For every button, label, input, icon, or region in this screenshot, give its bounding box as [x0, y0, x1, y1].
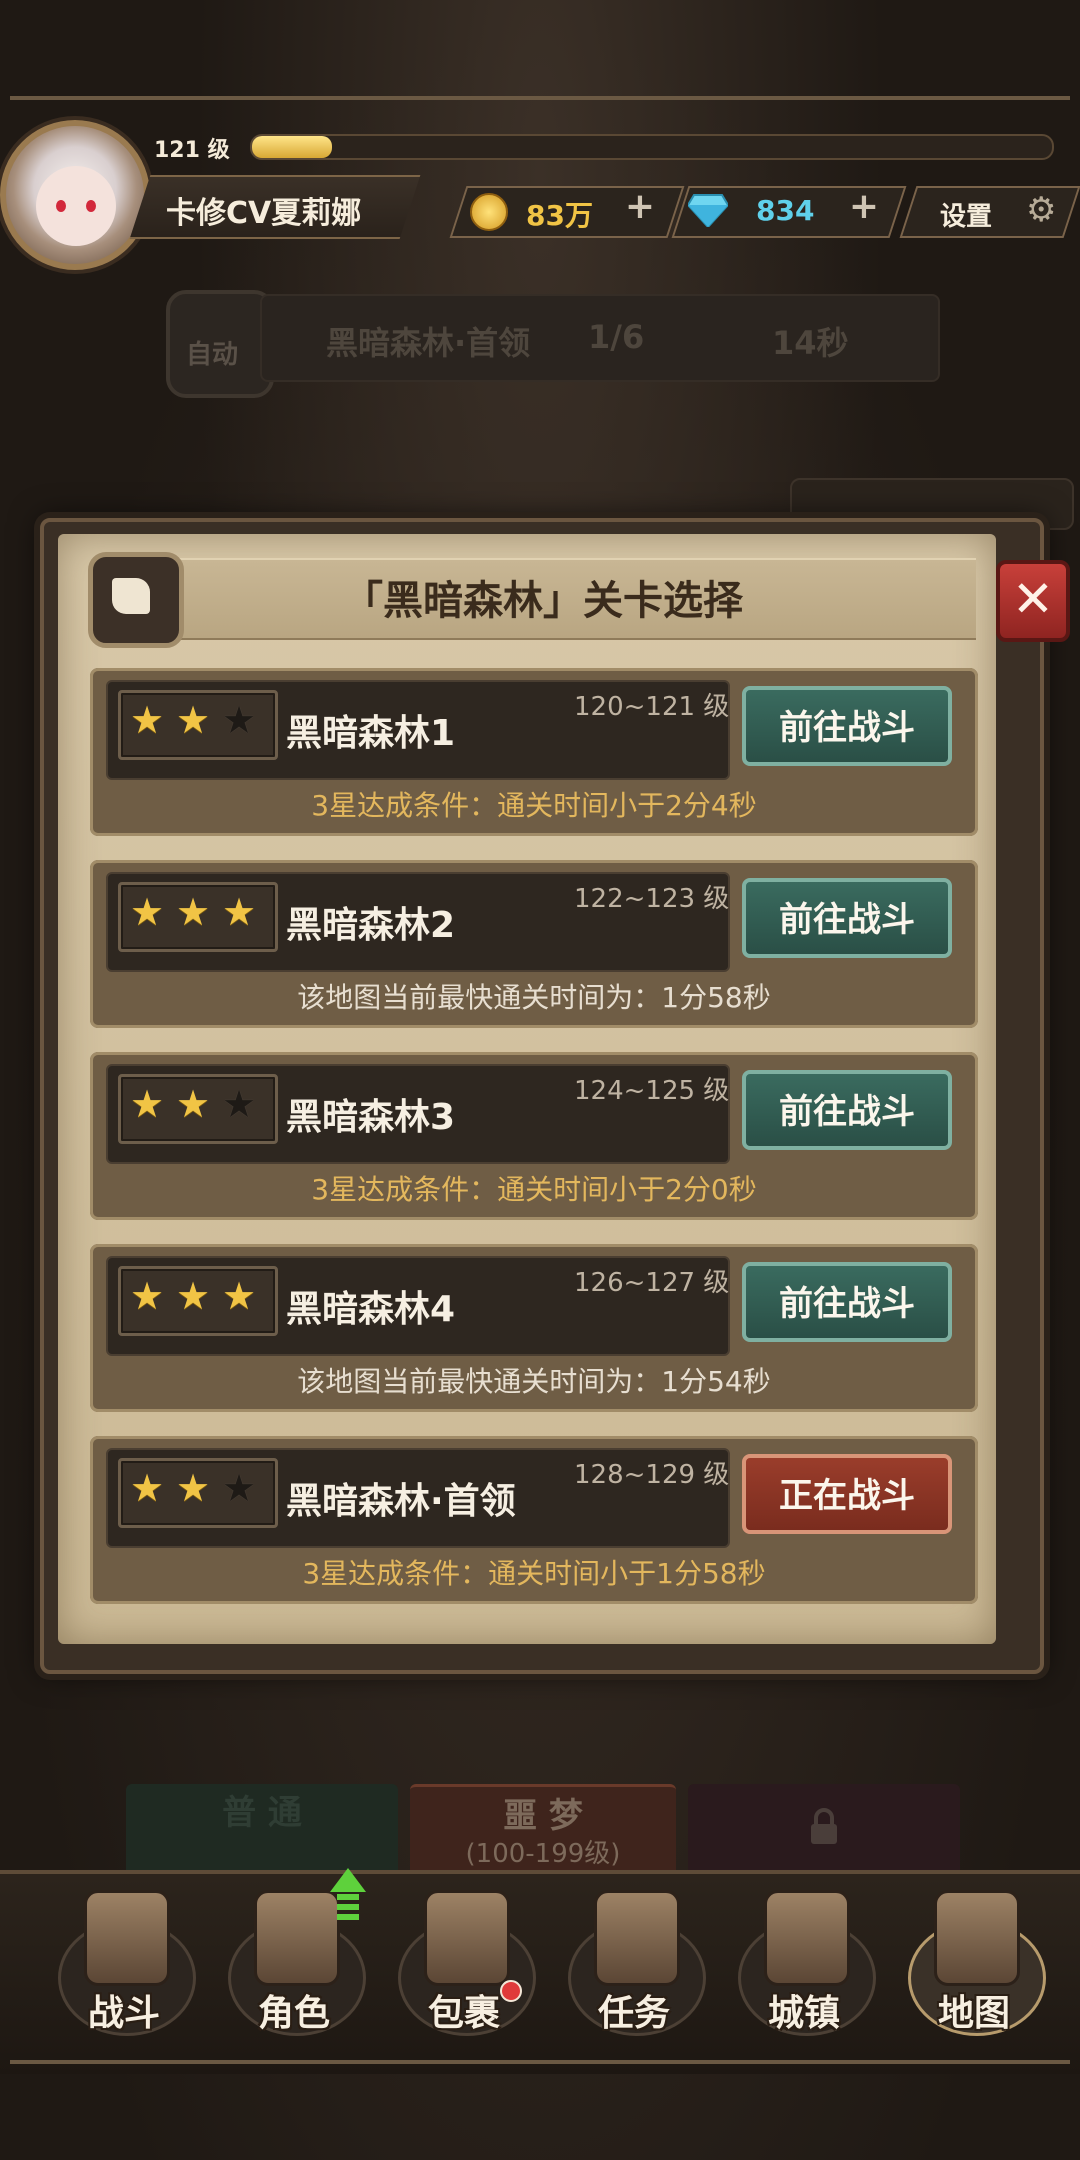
level-name: 黑暗森林3 — [286, 1097, 456, 1138]
nav-item-bag[interactable]: 包裹 — [384, 1880, 544, 2050]
nav-label: 城镇 — [767, 1993, 840, 2034]
frame-divider-bottom — [10, 2060, 1070, 2064]
star-filled-icon: ★ — [130, 1274, 165, 1318]
scroll-icon — [112, 578, 150, 614]
bag-icon — [424, 1890, 510, 1986]
settings-label[interactable]: 设置 — [940, 196, 992, 233]
star-filled-icon: ★ — [176, 1082, 211, 1126]
level-name: 黑暗森林4 — [286, 1289, 456, 1330]
add-gold-button[interactable]: + — [622, 189, 658, 226]
upgrade-arrow-icon — [337, 1894, 359, 1900]
auto-battle-label[interactable]: 自动 — [186, 334, 238, 371]
star-empty-icon: ★ — [222, 698, 257, 742]
battle-icon — [84, 1890, 170, 1986]
star-filled-icon: ★ — [130, 698, 165, 742]
exp-fill — [252, 136, 332, 158]
level-range: 120~121 级 — [574, 692, 730, 722]
level-row: 121 级 — [150, 128, 1070, 166]
star-filled-icon: ★ — [130, 1082, 165, 1126]
lock-icon — [811, 1808, 837, 1844]
nav-label: 战斗 — [87, 1993, 160, 2034]
player-level: 121 级 — [154, 138, 230, 163]
nav-item-town[interactable]: 城镇 — [724, 1880, 884, 2050]
tab-normal-label: 普 通 — [222, 1793, 302, 1833]
tab-nightmare-label: 噩 梦 — [503, 1796, 583, 1836]
star-filled-icon: ★ — [176, 1274, 211, 1318]
upgrade-arrow-icon — [337, 1904, 359, 1910]
go-battle-button[interactable]: 前往战斗 — [742, 1070, 952, 1150]
star-filled-icon: ★ — [176, 1466, 211, 1510]
close-button[interactable]: ✕ — [996, 560, 1070, 642]
level-note: 该地图当前最快通关时间为：1分58秒 — [297, 981, 771, 1014]
in-battle-button[interactable]: 正在战斗 — [742, 1454, 952, 1534]
nav-label: 角色 — [257, 1993, 330, 2034]
level-name: 黑暗森林·首领 — [286, 1481, 516, 1522]
nav-item-map[interactable]: 地图 — [894, 1880, 1054, 2050]
upgrade-arrow-icon — [330, 1868, 366, 1892]
go-battle-button[interactable]: 前往战斗 — [742, 1262, 952, 1342]
frame-divider — [10, 96, 1070, 100]
player-name: 卡修CV夏莉娜 — [166, 196, 362, 231]
level-note: 该地图当前最快通关时间为：1分54秒 — [297, 1365, 771, 1398]
quest-icon — [594, 1890, 680, 1986]
nav-item-quest[interactable]: 任务 — [554, 1880, 714, 2050]
tab-nightmare-range: (100-199级) — [465, 1839, 621, 1869]
level-note: 3星达成条件：通关时间小于1分58秒 — [302, 1557, 766, 1590]
gear-icon[interactable]: ⚙ — [1026, 190, 1056, 230]
diamond-icon — [688, 194, 728, 227]
star-filled-icon: ★ — [222, 1274, 257, 1318]
level-note: 3星达成条件：通关时间小于2分0秒 — [311, 1173, 757, 1206]
level-name: 黑暗森林2 — [286, 905, 456, 946]
star-filled-icon: ★ — [130, 890, 165, 934]
upgrade-arrow-icon — [337, 1914, 359, 1920]
star-filled-icon: ★ — [130, 1466, 165, 1510]
auto-progress: 1/6 — [588, 318, 645, 356]
nav-label: 地图 — [937, 1993, 1010, 2034]
level-range: 128~129 级 — [574, 1460, 730, 1490]
gold-value: 83万 — [526, 199, 593, 232]
auto-stage-name: 黑暗森林·首领 — [326, 324, 531, 362]
go-battle-button[interactable]: 前往战斗 — [742, 686, 952, 766]
map-icon — [934, 1890, 1020, 1986]
star-filled-icon: ★ — [176, 890, 211, 934]
level-range: 124~125 级 — [574, 1076, 730, 1106]
town-icon — [764, 1890, 850, 1986]
level-range: 126~127 级 — [574, 1268, 730, 1298]
avatar-eye — [86, 200, 96, 212]
notification-dot — [500, 1980, 522, 2002]
level-note: 3星达成条件：通关时间小于2分4秒 — [311, 789, 757, 822]
star-filled-icon: ★ — [176, 698, 211, 742]
avatar-eye — [56, 200, 66, 212]
modal-title: 「黑暗森林」关卡选择 — [343, 578, 743, 624]
character-icon — [254, 1890, 340, 1986]
level-name: 黑暗森林1 — [286, 713, 456, 754]
exp-bar — [250, 134, 1054, 160]
player-avatar[interactable] — [0, 120, 150, 270]
level-range: 122~123 级 — [574, 884, 730, 914]
star-filled-icon: ★ — [222, 890, 257, 934]
nav-item-battle[interactable]: 战斗 — [44, 1880, 204, 2050]
star-empty-icon: ★ — [222, 1466, 257, 1510]
nav-label: 任务 — [597, 1993, 670, 2034]
add-diamond-button[interactable]: + — [846, 189, 882, 226]
diamond-value: 834 — [756, 194, 815, 227]
auto-timer: 14秒 — [772, 324, 849, 362]
avatar-face — [36, 166, 116, 246]
go-battle-button[interactable]: 前往战斗 — [742, 878, 952, 958]
star-empty-icon: ★ — [222, 1082, 257, 1126]
gold-coin-icon — [470, 193, 508, 231]
